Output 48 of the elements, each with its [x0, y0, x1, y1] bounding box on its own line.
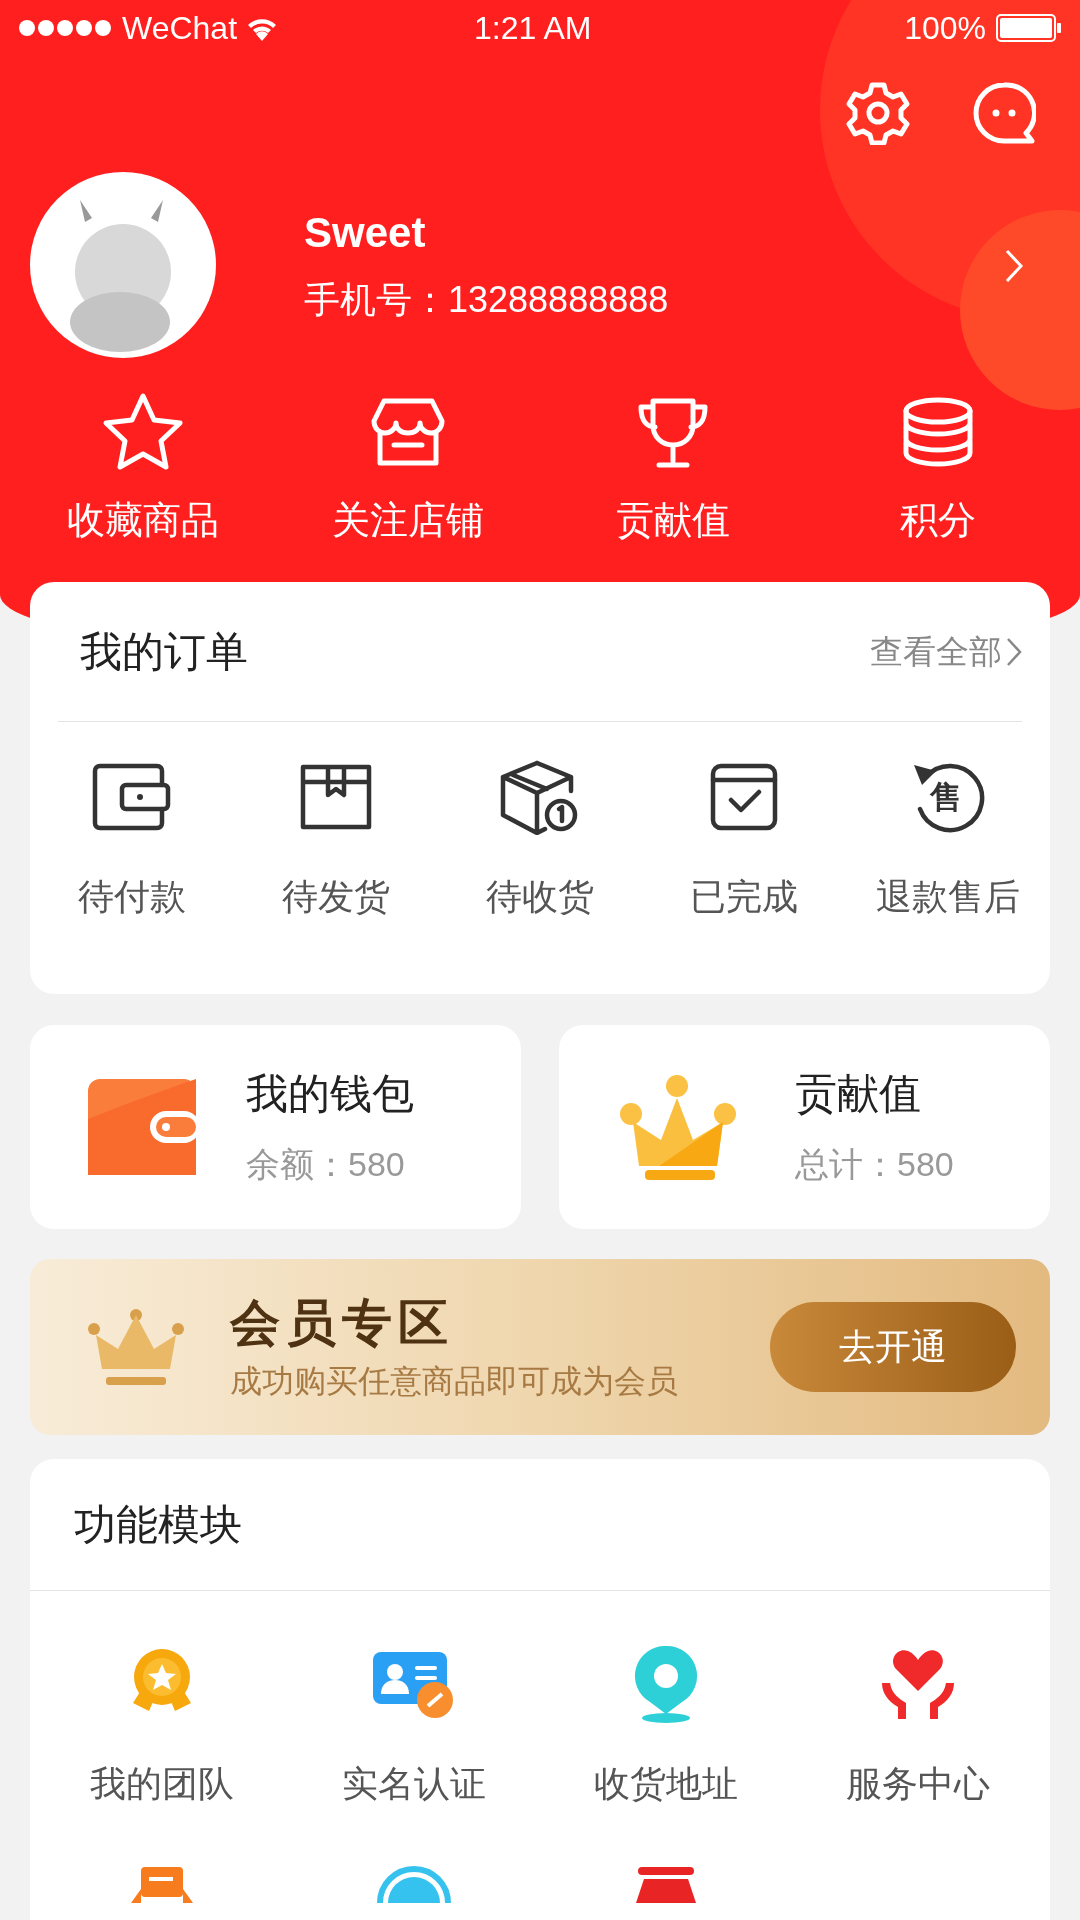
view-all-link[interactable]: 查看全部 — [870, 626, 1022, 677]
summary-card[interactable]: 我的钱包 余额：580 — [30, 1025, 521, 1229]
order-status-button[interactable]: 待付款 — [30, 752, 234, 924]
battery-percent: 100% — [904, 9, 986, 48]
card-detail: 余额：580 — [246, 1144, 406, 1184]
section-title: 我的订单 — [79, 627, 248, 677]
battery-icon — [996, 14, 1062, 42]
card-title: 我的钱包 — [246, 1070, 414, 1118]
wallet-icon — [92, 763, 172, 831]
quick-link[interactable]: 关注店铺 — [275, 388, 540, 558]
calendar-check-icon — [709, 762, 779, 832]
headset-icon — [374, 1863, 454, 1903]
settings-button[interactable] — [846, 81, 910, 145]
crown-icon — [619, 1074, 737, 1180]
summary-card[interactable]: 贡献值 总计：580 — [559, 1025, 1050, 1229]
module-button[interactable]: 服务中心 — [792, 1641, 1044, 1811]
card-title: 贡献值 — [795, 1070, 922, 1118]
activate-button[interactable]: 去开通 — [770, 1302, 1016, 1392]
section-title: 功能模块 — [74, 1500, 242, 1550]
user-name: Sweet — [304, 209, 427, 257]
banner-subtitle: 成功购买任意商品即可成为会员 — [230, 1362, 678, 1400]
module-button[interactable]: 我的团队 — [36, 1641, 288, 1811]
chat-bubble-icon — [972, 81, 1036, 145]
signal-icon — [18, 19, 114, 37]
order-status-button[interactable]: 售 退款售后 — [846, 752, 1050, 924]
chevron-right-icon — [1004, 248, 1024, 284]
module-button[interactable]: 收货地址 — [540, 1641, 792, 1811]
card-detail: 总计：580 — [795, 1144, 954, 1184]
quick-link[interactable]: 积分 — [805, 388, 1070, 558]
module-button[interactable]: 实名认证 — [288, 1641, 540, 1811]
order-status-button[interactable]: 待收货 — [438, 752, 642, 924]
phone-number: 手机号：13288888888 — [304, 279, 669, 321]
wallet-icon — [88, 1079, 196, 1175]
membership-banner[interactable]: 会员专区 成功购买任意商品即可成为会员 去开通 — [30, 1259, 1050, 1435]
carrier-name: WeChat — [122, 9, 237, 48]
clock-time: 1:21 AM — [474, 9, 592, 48]
box-icon — [298, 762, 374, 832]
message-button[interactable] — [972, 81, 1036, 145]
crown-icon — [88, 1307, 184, 1387]
heart-hands-icon — [880, 1647, 956, 1721]
chevron-right-icon — [1006, 636, 1022, 667]
icon-character: 售 — [930, 778, 962, 817]
settings-icon — [846, 81, 910, 145]
banner-title: 会员专区 — [230, 1294, 455, 1352]
quick-link[interactable]: 贡献值 — [540, 388, 805, 558]
order-status-button[interactable]: 待发货 — [234, 752, 438, 924]
order-status-button[interactable]: 已完成 — [642, 752, 846, 924]
quick-link[interactable]: 收藏商品 — [10, 388, 275, 558]
